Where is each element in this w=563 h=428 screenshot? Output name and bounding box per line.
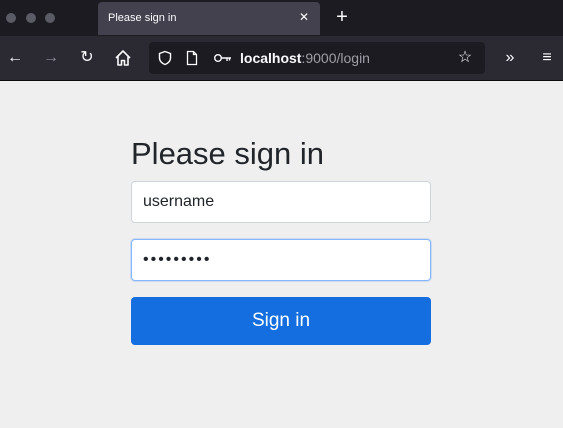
page-icon-glyph [186,50,198,66]
browser-titlebar: Please sign in ✕ + [0,0,563,36]
home-icon-glyph [115,50,131,66]
sign-in-button[interactable]: Sign in [131,297,431,345]
page-content: Please sign in username ••••••••• Sign i… [0,81,563,428]
reload-icon[interactable]: ↻ [77,48,97,68]
window-minimize-dot[interactable] [26,13,36,23]
key-icon[interactable] [213,50,233,66]
tab-title: Please sign in [108,12,177,24]
password-field[interactable]: ••••••••• [131,239,431,281]
address-bar[interactable]: localhost:9000/login ☆ [149,42,485,74]
browser-toolbar: ← → ↻ localhost:9000/login ☆ » ≡ [0,36,563,81]
shield-icon-glyph [158,50,172,66]
browser-tab-active[interactable]: Please sign in ✕ [98,2,320,35]
overflow-chevron-icon[interactable]: » [500,48,520,68]
back-arrow-icon[interactable]: ← [5,48,25,68]
close-tab-icon[interactable]: ✕ [298,11,310,23]
url-host: localhost [240,50,302,66]
url-path: :9000/login [301,50,370,66]
key-icon-glyph [214,53,231,62]
home-icon[interactable] [113,48,133,68]
username-field[interactable]: username [131,181,431,223]
window-zoom-dot[interactable] [45,13,55,23]
page-icon[interactable] [184,50,200,66]
forward-arrow-icon[interactable]: → [41,48,61,68]
page-title: Please sign in [131,136,325,171]
window-close-dot[interactable] [6,13,16,23]
hamburger-menu-icon[interactable]: ≡ [537,48,557,68]
shield-icon[interactable] [157,50,173,66]
new-tab-button[interactable]: + [333,7,351,27]
url-text[interactable]: localhost:9000/login [240,50,370,66]
bookmark-star-icon[interactable]: ☆ [455,48,475,68]
